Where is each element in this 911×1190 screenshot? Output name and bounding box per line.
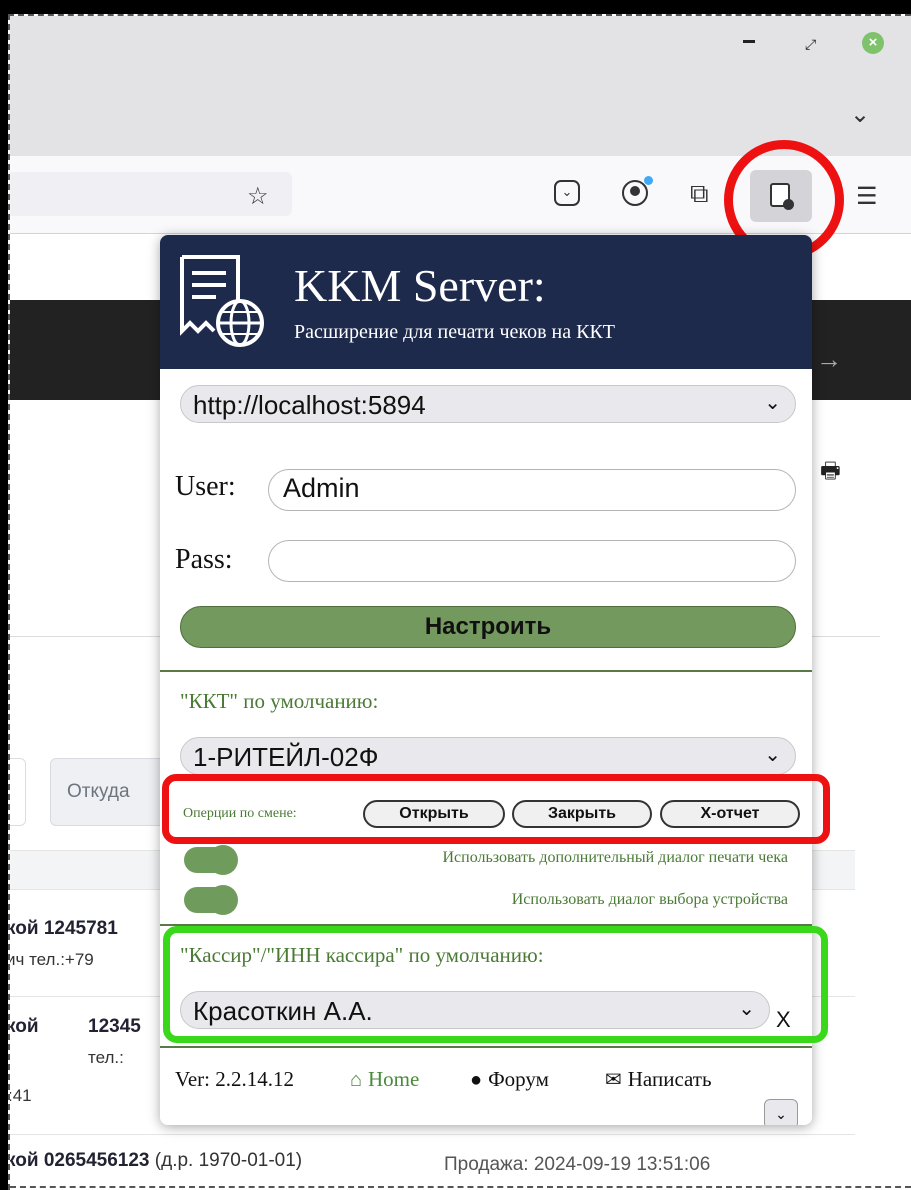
divider [160, 670, 812, 672]
filter-field[interactable] [10, 758, 26, 826]
home-icon: ⌂ [350, 1069, 363, 1091]
chevron-down-icon[interactable]: ⌄ [850, 100, 870, 129]
minimize-icon[interactable] [743, 40, 755, 43]
hamburger-menu-icon[interactable]: ☰ [856, 182, 878, 211]
from-input[interactable]: Откуда [50, 758, 170, 826]
divider [10, 1134, 855, 1135]
device-dialog-toggle[interactable] [184, 885, 238, 915]
customer-dob: (д.р. 1970-01-01) [154, 1150, 303, 1171]
popup-header: KKM Server: Расширение для печати чеков … [160, 235, 812, 369]
password-input[interactable] [268, 540, 796, 582]
puzzle-icon[interactable]: ⧉ [690, 178, 709, 210]
chat-bubble-icon: ● [470, 1069, 483, 1091]
customer-name: кой [8, 1016, 39, 1037]
customer-id: 1245781 [43, 918, 118, 939]
home-link[interactable]: ⌂ Home [350, 1067, 419, 1092]
close-icon[interactable]: × [862, 32, 884, 54]
chevron-down-icon: ⌄ [764, 744, 781, 766]
print-dialog-label: Использовать дополнительный диалог печат… [442, 849, 788, 866]
device-dialog-label: Использовать диалог выбора устройства [511, 891, 788, 908]
printer-icon[interactable]: 🖶 [820, 454, 841, 492]
star-icon[interactable]: ☆ [247, 182, 269, 211]
forum-link[interactable]: ● Форум [470, 1067, 549, 1092]
table-row[interactable]: кой [8, 1016, 39, 1038]
customer-name: кой [8, 918, 39, 939]
user-label: User: [175, 471, 236, 502]
notification-dot [644, 176, 653, 185]
customer-phone: ич тел.:+79 [8, 950, 94, 969]
receipt-globe-icon [180, 255, 264, 347]
pass-label: Pass: [175, 544, 233, 575]
version-text: Ver: 2.2.14.12 [175, 1067, 294, 1091]
annotation-rectangle-red [162, 774, 830, 844]
write-link[interactable]: ✉ Написать [605, 1067, 712, 1092]
kkt-default-label: "ККТ" по умолчанию: [180, 689, 379, 713]
user-input[interactable]: Admin [268, 469, 796, 511]
customer-id: 0265456123 [43, 1150, 150, 1171]
kkt-select[interactable]: 1-РИТЕЙЛ-02Ф ⌄ [180, 737, 796, 775]
setup-button[interactable]: Настроить [180, 606, 796, 648]
customer-name: кой [8, 1150, 39, 1171]
customer-phone: тел.: [88, 1048, 124, 1067]
table-row[interactable]: кой 0265456123 (д.р. 1970-01-01) [8, 1150, 303, 1172]
print-dialog-toggle[interactable] [184, 845, 238, 875]
customer-id: 12345 [88, 1016, 141, 1037]
row-time: :41 [8, 1086, 32, 1105]
browser-window: ⤢ × ⌄ ☆ ⌄ ⧉ ☰ → 🖶 Откуда кой 1245781 ич … [8, 14, 911, 1190]
sale-info: Продажа: 2024-09-19 13:51:06 [444, 1154, 711, 1175]
envelope-icon: ✉ [605, 1069, 622, 1091]
table-row[interactable]: кой 1245781 [8, 918, 118, 940]
annotation-rectangle-green [163, 926, 828, 1043]
browser-titlebar: ⤢ × ⌄ [10, 16, 911, 156]
pocket-icon[interactable]: ⌄ [554, 180, 580, 206]
chevron-down-icon: ⌄ [764, 392, 781, 414]
account-icon[interactable] [622, 180, 648, 206]
selection-border [10, 1186, 911, 1188]
maximize-icon[interactable]: ⤢ [805, 36, 816, 53]
footer-dropdown[interactable]: ⌄ [764, 1099, 798, 1125]
server-url-select[interactable]: http://localhost:5894 ⌄ [180, 385, 796, 423]
arrow-right-icon[interactable]: → [816, 344, 842, 375]
popup-title: KKM Server: [294, 260, 546, 311]
popup-subtitle: Расширение для печати чеков на ККТ [294, 321, 615, 343]
